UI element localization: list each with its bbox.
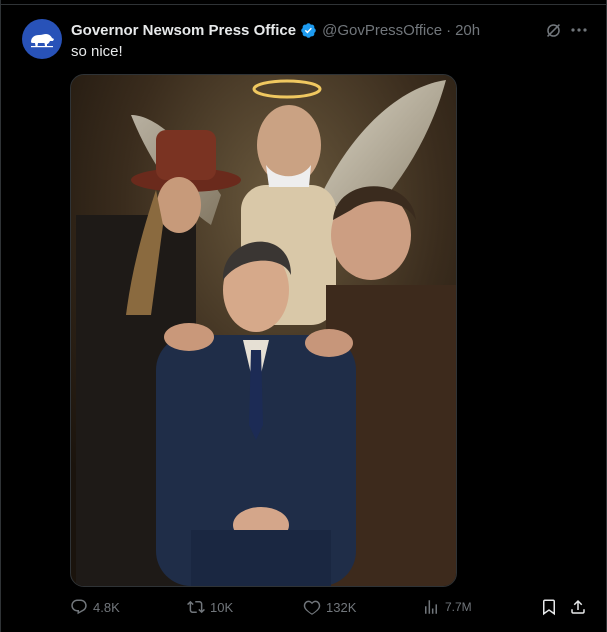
analytics-icon (425, 600, 437, 614)
verified-badge-icon (300, 22, 317, 39)
avatar[interactable] (22, 19, 62, 59)
separator-dot: · (446, 21, 452, 39)
tweet-card[interactable]: Governor Newsom Press Office @GovPressOf… (0, 0, 607, 632)
author-name[interactable]: Governor Newsom Press Office (71, 22, 296, 39)
painting-image (71, 75, 456, 586)
reply-count: 4.8K (93, 599, 120, 615)
divider (1, 4, 606, 5)
timestamp[interactable]: 20h (455, 22, 480, 39)
like-button[interactable]: 132K (303, 598, 356, 616)
bookmark-button[interactable] (540, 598, 563, 616)
more-options-icon[interactable] (569, 20, 589, 40)
tweet-image[interactable] (70, 74, 457, 587)
like-count: 132K (326, 599, 357, 615)
views-count: 7.7M (445, 600, 472, 614)
share-button[interactable] (569, 598, 592, 616)
reply-button[interactable]: 4.8K (70, 598, 120, 616)
california-bear-icon (31, 34, 54, 48)
reply-icon (71, 599, 87, 615)
tweet-header: Governor Newsom Press Office @GovPressOf… (71, 20, 586, 40)
heart-icon (303, 600, 321, 615)
views-button[interactable]: 7.7M (422, 598, 472, 616)
repost-count: 10K (210, 599, 234, 615)
repost-button[interactable]: 10K (187, 598, 233, 616)
repost-icon (187, 600, 205, 614)
author-handle[interactable]: @GovPressOffice (322, 22, 442, 39)
bookmark-icon (543, 599, 555, 616)
grok-icon[interactable] (545, 22, 562, 39)
tweet-actions: 4.8K 10K 132K 7.7M (70, 597, 586, 617)
share-icon (571, 599, 585, 614)
tweet-text: so nice! (71, 43, 123, 60)
